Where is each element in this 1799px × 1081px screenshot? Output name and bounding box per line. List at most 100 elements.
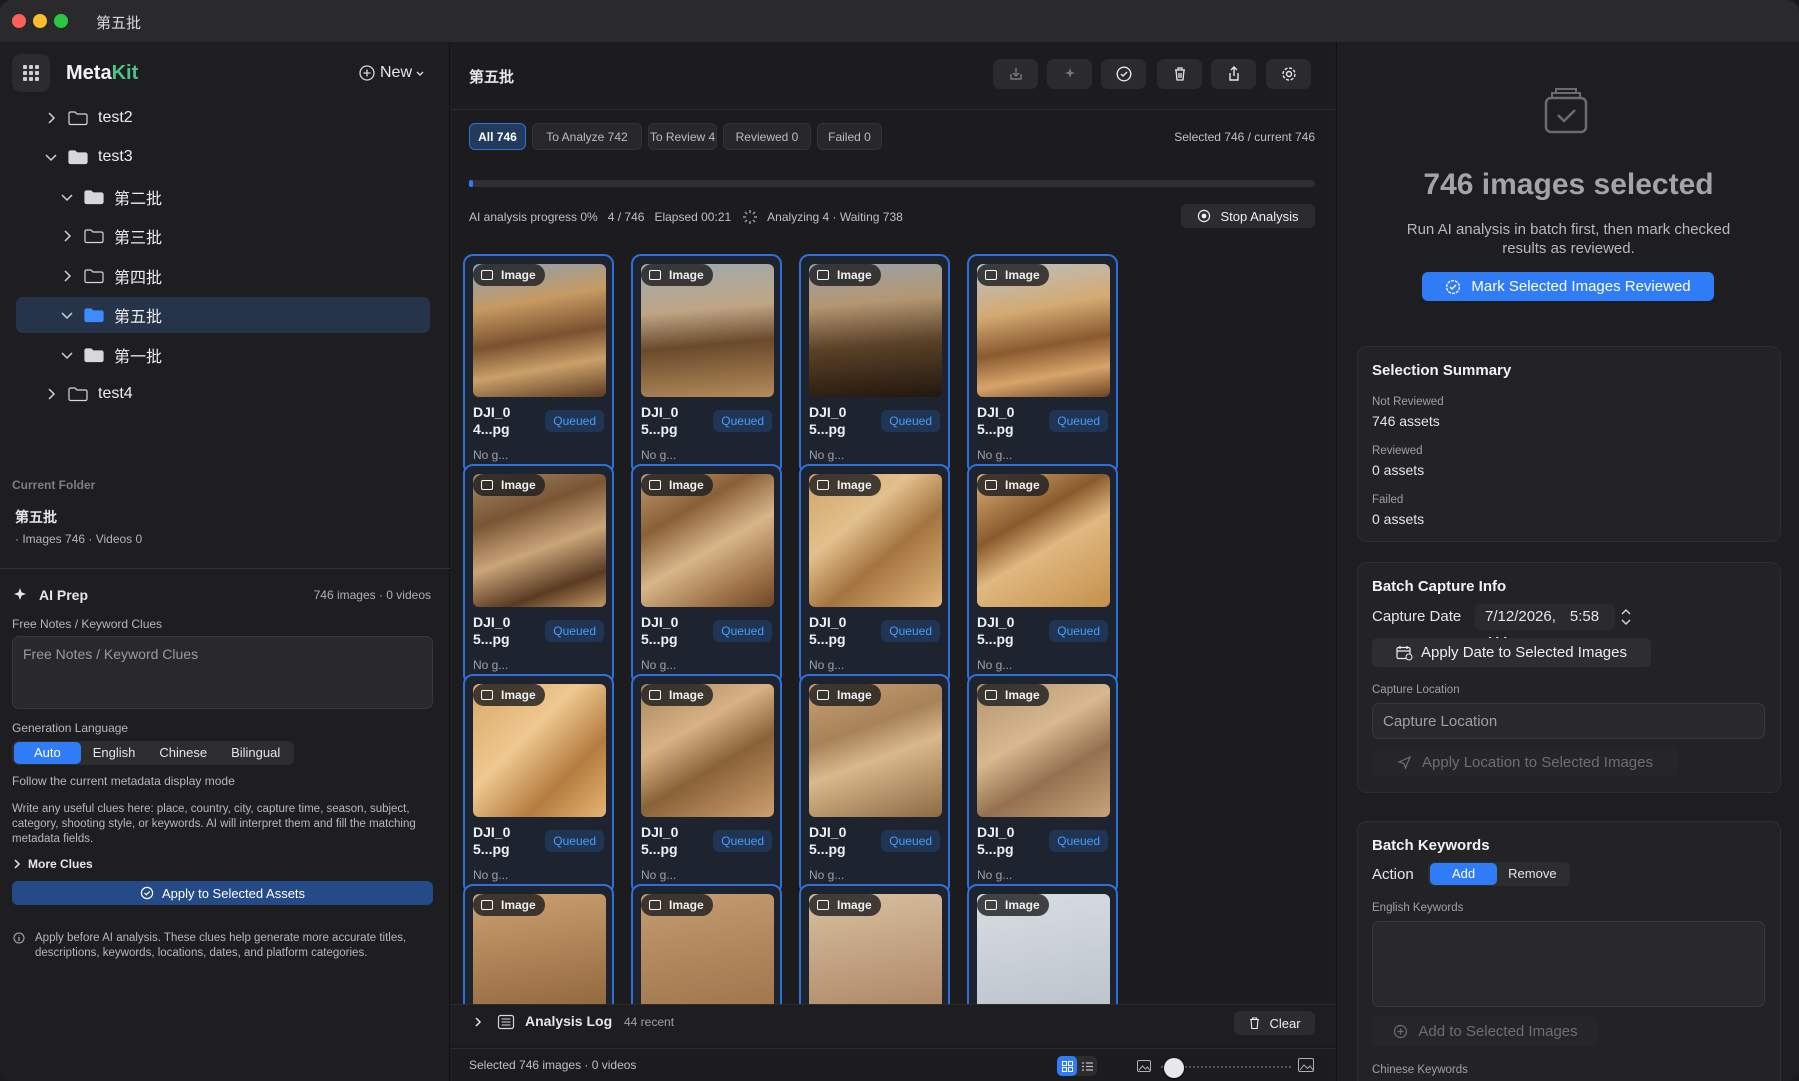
clear-log-button[interactable]: Clear xyxy=(1234,1011,1315,1035)
delete-button[interactable] xyxy=(1157,59,1202,89)
list-view-button[interactable] xyxy=(1077,1056,1097,1076)
chevron-right-icon xyxy=(14,859,21,869)
mark-selected-reviewed-button[interactable]: Mark Selected Images Reviewed xyxy=(1422,272,1714,301)
sparkles-icon xyxy=(1064,68,1075,78)
apply-location-button[interactable]: Apply Location to Selected Images xyxy=(1372,748,1678,777)
image-type-badge: Image xyxy=(809,684,881,706)
card-note: No g... xyxy=(473,658,509,672)
tree-item[interactable]: 第三批 xyxy=(16,218,430,254)
tree-item[interactable]: 第二批 xyxy=(16,179,430,215)
keyword-action-option[interactable]: Add xyxy=(1430,863,1498,885)
file-name-line1: DJI_0 xyxy=(641,404,679,420)
filter-tab[interactable]: To Review 4 xyxy=(648,123,717,150)
image-card[interactable]: Image DJI_0 5...pg Queued No g... xyxy=(967,674,1118,895)
image-icon xyxy=(649,480,661,490)
image-card[interactable]: Image DJI_0 5...pg Queued No g... xyxy=(463,464,614,685)
capture-location-input[interactable]: Capture Location xyxy=(1372,703,1765,739)
chevron-down-icon[interactable] xyxy=(44,150,58,164)
file-name-line1: DJI_0 xyxy=(809,404,847,420)
zoom-window-button[interactable] xyxy=(54,14,68,28)
image-card[interactable]: Image DJI_0 5...pg Queued No g... xyxy=(631,674,782,895)
image-card[interactable]: Image DJI_0 5...pg Queued No g... xyxy=(799,674,950,895)
stop-icon xyxy=(1198,209,1211,223)
tree-item[interactable]: 第一批 xyxy=(16,337,430,373)
export-button[interactable] xyxy=(1211,59,1256,89)
progress-count: 4 / 746 xyxy=(607,210,645,224)
chevron-right-icon[interactable] xyxy=(60,269,74,283)
filter-tab[interactable]: Reviewed 0 xyxy=(723,123,811,150)
chevron-down-icon[interactable] xyxy=(60,190,74,204)
keyword-action-option[interactable]: Remove xyxy=(1497,863,1567,885)
ai-analyze-button[interactable] xyxy=(1047,59,1092,89)
image-type-badge: Image xyxy=(977,474,1049,496)
grid-view-button[interactable] xyxy=(1057,1056,1077,1076)
filter-tab[interactable]: Failed 0 xyxy=(817,123,882,150)
image-card[interactable]: Image DJI_0 5...pg Queued No g... xyxy=(799,254,950,475)
spinner-icon xyxy=(743,210,758,224)
chevron-right-icon[interactable] xyxy=(44,111,58,125)
image-icon xyxy=(985,270,997,280)
chevron-right-icon[interactable] xyxy=(44,387,58,401)
import-button[interactable] xyxy=(993,59,1038,89)
file-name: DJI_0 5...pg xyxy=(977,404,1037,438)
image-card[interactable]: Image DJI_0 5...pg Queued No g... xyxy=(463,674,614,895)
stepper-icon[interactable] xyxy=(1620,607,1632,627)
image-type-label: Image xyxy=(837,268,872,282)
status-badge: Queued xyxy=(881,620,940,642)
keyword-action-selector[interactable]: Add Remove xyxy=(1428,862,1570,886)
language-selector[interactable]: Auto English Chinese Bilingual xyxy=(12,741,295,765)
selection-info: Selected 746 / current 746 xyxy=(1174,130,1315,144)
capture-date-field[interactable]: 7/12/2026,5:58 AM xyxy=(1475,604,1615,651)
trash-icon xyxy=(1250,1017,1260,1030)
tree-item[interactable]: 第四批 xyxy=(16,258,430,294)
slider-knob[interactable] xyxy=(1164,1058,1184,1078)
notes-label: Free Notes / Keyword Clues xyxy=(12,617,163,631)
english-keywords-input[interactable] xyxy=(1372,921,1765,1007)
window-title: 第五批 xyxy=(96,15,142,32)
image-card[interactable]: Image DJI_0 5...pg Queued No g... xyxy=(967,464,1118,685)
chevron-right-icon[interactable] xyxy=(60,229,74,243)
more-clues-toggle[interactable]: More Clues xyxy=(12,857,93,871)
capture-date-value: 7/12/2026, xyxy=(1485,608,1556,625)
log-expand-toggle[interactable] xyxy=(473,1016,483,1031)
image-card[interactable]: Image DJI_0 4...pg Queued No g... xyxy=(463,254,614,475)
chevron-down-icon[interactable] xyxy=(60,308,74,322)
mark-reviewed-label: Mark Selected Images Reviewed xyxy=(1471,278,1691,295)
settings-button[interactable] xyxy=(1266,59,1311,89)
image-type-label: Image xyxy=(501,268,536,282)
image-card[interactable]: Image DJI_0 5...pg Queued No g... xyxy=(799,464,950,685)
apply-date-button[interactable]: Apply Date to Selected Images xyxy=(1372,638,1651,667)
card-note: No g... xyxy=(977,868,1013,882)
view-mode-toggle[interactable] xyxy=(1057,1056,1097,1076)
card-note: No g... xyxy=(977,658,1013,672)
file-name-line1: DJI_0 xyxy=(977,614,1015,630)
apply-to-selected-assets-button[interactable]: Apply to Selected Assets xyxy=(12,881,433,905)
stop-analysis-button[interactable]: Stop Analysis xyxy=(1181,204,1315,228)
notes-textarea[interactable]: Free Notes / Keyword Clues xyxy=(12,636,433,709)
log-list-icon xyxy=(497,1014,515,1030)
add-to-selected-button[interactable]: Add to Selected Images xyxy=(1372,1017,1599,1046)
image-card[interactable]: Image DJI_0 5...pg Queued No g... xyxy=(967,254,1118,475)
chevron-down-icon[interactable] xyxy=(60,348,74,362)
minimize-window-button[interactable] xyxy=(33,14,47,28)
image-card[interactable]: Image DJI_0 5...pg Queued No g... xyxy=(631,464,782,685)
tree-item[interactable]: test4 xyxy=(16,376,430,412)
tree-item[interactable]: 第五批 xyxy=(16,297,430,333)
language-option[interactable]: English xyxy=(81,742,148,764)
tree-item[interactable]: test3 xyxy=(16,139,430,175)
language-option[interactable]: Bilingual xyxy=(219,742,292,764)
image-type-badge: Image xyxy=(977,264,1049,286)
image-card[interactable]: Image DJI_0 5...pg Queued No g... xyxy=(631,254,782,475)
tree-item[interactable]: test2 xyxy=(16,100,430,136)
divider xyxy=(451,109,1335,110)
new-button[interactable]: New xyxy=(358,64,426,82)
close-window-button[interactable] xyxy=(12,14,26,28)
mark-reviewed-button[interactable] xyxy=(1101,59,1146,89)
language-option[interactable]: Chinese xyxy=(147,742,219,764)
thumbnail-size-slider[interactable] xyxy=(1161,1058,1291,1078)
app-grid-button[interactable] xyxy=(12,54,50,92)
filter-tab[interactable]: All 746 xyxy=(469,123,526,150)
filter-tab[interactable]: To Analyze 742 xyxy=(532,123,642,150)
language-option[interactable]: Auto xyxy=(14,742,81,764)
image-type-label: Image xyxy=(669,898,704,912)
